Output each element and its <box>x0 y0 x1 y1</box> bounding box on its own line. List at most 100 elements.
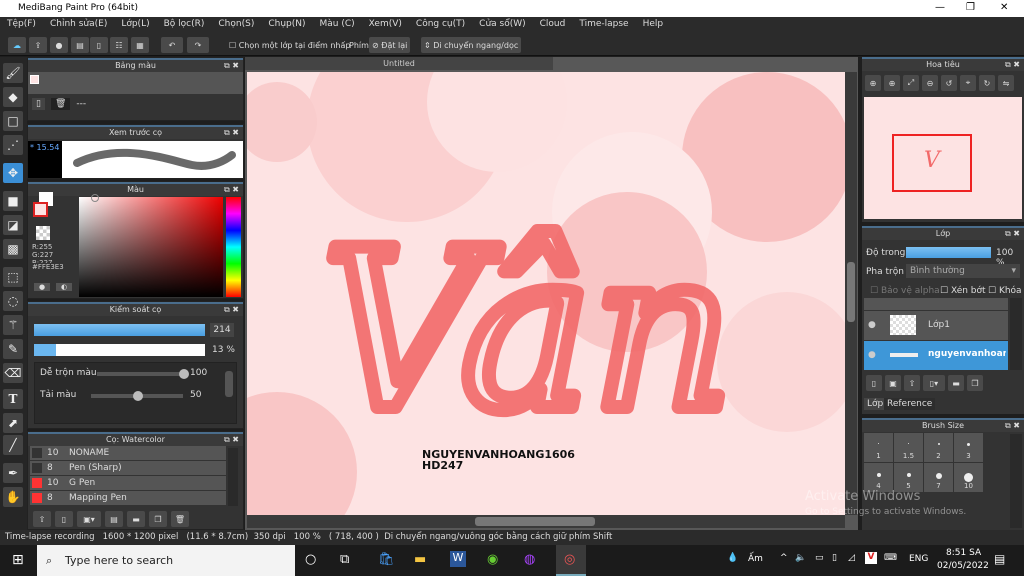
panel-close-icon[interactable]: ⧉ ✖ <box>224 184 239 196</box>
fill-rect-tool[interactable]: ■ <box>3 191 23 211</box>
menu-tools[interactable]: Công cụ(T) <box>409 17 472 34</box>
wifi-icon[interactable]: ◿ <box>848 553 855 563</box>
brush-size-cell[interactable]: 1 <box>864 433 893 462</box>
menu-color[interactable]: Màu (C) <box>313 17 362 34</box>
load-slider[interactable] <box>91 391 183 401</box>
panel-close-icon[interactable]: ⧉ ✖ <box>1005 228 1020 240</box>
trash-icon[interactable]: 🗑 <box>50 98 71 110</box>
select-eraser-tool[interactable]: ⌫ <box>3 363 23 383</box>
reset-button[interactable]: ⊘ Đặt lại <box>369 37 411 53</box>
brush-settings-icon[interactable]: ▤ <box>105 511 123 527</box>
taskbar-search[interactable]: ⌕ Type here to search <box>37 545 295 576</box>
battery-icon[interactable]: ▭ <box>815 553 824 563</box>
brush-size-slider[interactable] <box>34 324 205 336</box>
rectangle-tool[interactable]: □ <box>3 111 23 131</box>
tab-untitled[interactable]: Untitled <box>245 57 553 70</box>
panel-close-icon[interactable]: ⧉ ✖ <box>1005 59 1020 71</box>
transparent-swatch[interactable] <box>36 226 50 240</box>
brush-size-cell[interactable]: 7 <box>924 463 953 492</box>
clock-date[interactable]: 02/05/2022 <box>937 561 989 571</box>
magic-wand-tool[interactable]: ⚚ <box>3 315 23 335</box>
close-button[interactable]: ✕ <box>1000 2 1008 13</box>
saturation-value-picker[interactable] <box>79 194 223 297</box>
rotate-left-icon[interactable]: ↺ <box>941 75 957 91</box>
import-layer-icon[interactable]: ⇧ <box>904 375 920 391</box>
page-icon[interactable]: ▯ <box>90 37 108 53</box>
navigator-viewport[interactable]: V <box>892 134 972 192</box>
lock-checkbox[interactable]: ☐ Khóa <box>988 286 1022 296</box>
select-layer-checkbox[interactable]: ☐ Chọn một lớp tại điểm nhấp <box>226 37 353 53</box>
panel-close-icon[interactable]: ⧉ ✖ <box>224 127 239 139</box>
brush-item[interactable]: 10 G Pen <box>30 476 226 490</box>
color-mode-button[interactable]: ● <box>34 283 51 291</box>
brush-tool[interactable]: 🖌 <box>3 63 23 83</box>
zoom-out-icon[interactable]: ⊖ <box>922 75 938 91</box>
menu-select[interactable]: Chọn(S) <box>211 17 261 34</box>
divide-tool[interactable]: ╱ <box>3 435 23 455</box>
visibility-icon[interactable]: ● <box>868 320 876 330</box>
menu-layer[interactable]: Lớp(L) <box>114 17 156 34</box>
duplicate-layer-icon[interactable]: ❐ <box>967 375 983 391</box>
brush-item[interactable]: 8 Mapping Pen <box>30 491 226 505</box>
redo-button[interactable]: ↷ <box>187 37 209 53</box>
menu-view[interactable]: Xem(V) <box>362 17 409 34</box>
select-pen-tool[interactable]: ✎ <box>3 339 23 359</box>
move-button[interactable]: ⇕ Di chuyển ngang/dọc <box>421 37 522 53</box>
file-explorer-icon[interactable]: ▬ <box>414 552 426 567</box>
zoom-in-icon[interactable]: ⊕ <box>865 75 881 91</box>
fit-icon[interactable]: ⤢ <box>903 75 919 91</box>
task-view-icon[interactable]: ⧉ <box>340 552 349 567</box>
brush-size-cell[interactable]: 10 <box>954 463 983 492</box>
visibility-icon[interactable]: ● <box>868 350 876 360</box>
maximize-button[interactable]: ❐ <box>966 2 975 13</box>
drawing-canvas[interactable]: Vân NGUYENVANHOANG1606 HD247 <box>247 72 845 515</box>
flip-icon[interactable]: ⇋ <box>998 75 1014 91</box>
delete-brush-icon[interactable]: 🗑 <box>171 511 189 527</box>
new-page-icon[interactable]: ▯ <box>32 98 45 110</box>
new-layer-alt-icon[interactable]: ▣ <box>885 375 901 391</box>
cloud-icon[interactable]: ☁ <box>8 37 26 53</box>
menu-timelapse[interactable]: Time-lapse <box>572 17 635 34</box>
minimize-button[interactable]: — <box>935 2 945 13</box>
list-icon[interactable]: ☷ <box>110 37 128 53</box>
windows-start-icon[interactable]: ⊞ <box>12 552 24 568</box>
brush-size-cell[interactable]: 2 <box>924 433 953 462</box>
operation-tool[interactable]: ⬈ <box>3 413 23 433</box>
app-icon[interactable]: ◉ <box>487 552 498 567</box>
panel-close-icon[interactable]: ⧉ ✖ <box>224 304 239 316</box>
new-brush-icon[interactable]: ▯ <box>55 511 73 527</box>
share-icon[interactable]: ⇪ <box>29 37 47 53</box>
add-brush-icon[interactable]: ▣▾ <box>77 511 101 527</box>
brush-control-scrollbar[interactable] <box>225 371 233 397</box>
brush-size-cell[interactable]: 5 <box>894 463 923 492</box>
add-layer-dropdown[interactable]: ▯▾ <box>923 375 945 391</box>
brush-list-scrollbar[interactable] <box>228 448 238 506</box>
vietkey-icon[interactable]: V <box>865 552 877 564</box>
brush-item[interactable]: 10 NONAME <box>30 446 226 460</box>
select-rect-tool[interactable]: ⬚ <box>3 267 23 287</box>
move-tool[interactable]: ✥ <box>3 163 23 183</box>
menu-filter[interactable]: Bộ lọc(R) <box>157 17 212 34</box>
menu-edit[interactable]: Chỉnh sửa(E) <box>43 17 114 34</box>
folder-icon[interactable]: ▬ <box>948 375 964 391</box>
cortana-icon[interactable]: ○ <box>305 552 316 567</box>
brush-size-cell[interactable]: 1.5 <box>894 433 923 462</box>
medibang-taskbar-icon[interactable]: ◎ <box>556 545 586 576</box>
menu-capture[interactable]: Chụp(N) <box>261 17 312 34</box>
volume-icon[interactable]: 🔈 <box>795 553 806 563</box>
color-picker-button[interactable]: ◐ <box>56 283 73 291</box>
brush-size-value[interactable]: 214 <box>210 323 234 337</box>
mix-slider[interactable] <box>97 369 189 379</box>
comment-icon[interactable]: ● <box>50 37 68 53</box>
horizontal-scrollbar[interactable] <box>247 515 845 528</box>
eraser-tool[interactable]: ◆ <box>3 87 23 107</box>
tab-layer[interactable]: Lớp <box>864 398 887 410</box>
upload-brush-icon[interactable]: ⇧ <box>33 511 51 527</box>
panel-close-icon[interactable]: ⧉ ✖ <box>224 60 239 72</box>
notification-icon[interactable]: ▤ <box>994 552 1005 566</box>
dot-tool[interactable]: ⋰ <box>3 135 23 155</box>
keyboard-icon[interactable]: ⌨ <box>884 553 897 563</box>
layer-item[interactable] <box>864 298 1008 310</box>
layer-item[interactable]: ● Lớp1 <box>864 311 1008 340</box>
navigator-preview[interactable]: V <box>864 97 1022 219</box>
